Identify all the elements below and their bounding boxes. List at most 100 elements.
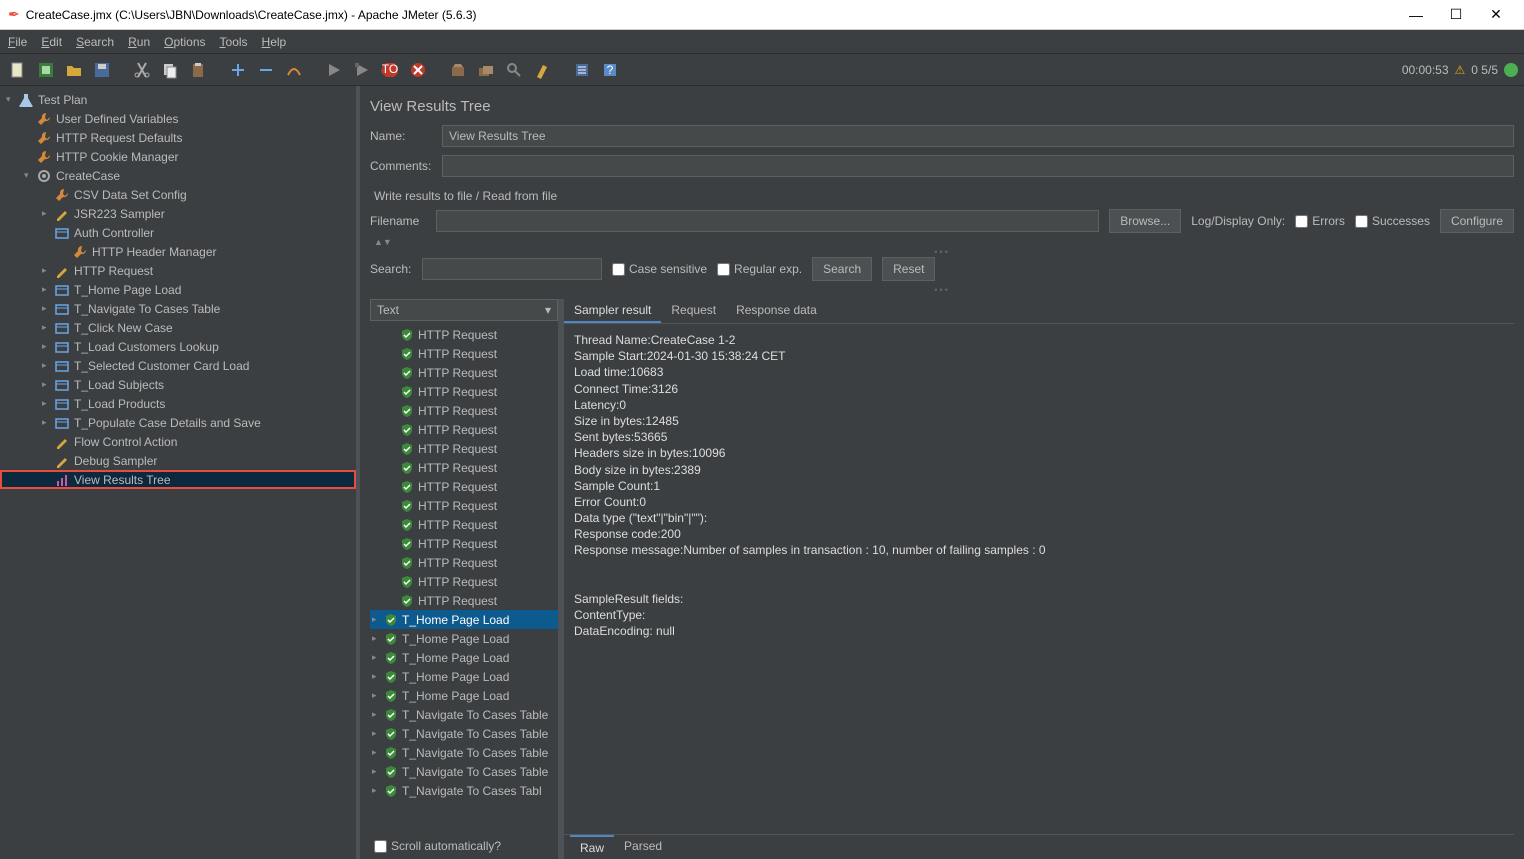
- tree-item[interactable]: ▸T_Home Page Load: [0, 280, 356, 299]
- result-row[interactable]: ▸T_Navigate To Cases Table: [370, 743, 558, 762]
- clear-all-button[interactable]: [474, 58, 498, 82]
- tree-item[interactable]: ▸T_Selected Customer Card Load: [0, 356, 356, 375]
- errors-checkbox[interactable]: Errors: [1295, 214, 1345, 228]
- result-row[interactable]: ▸T_Home Page Load: [370, 667, 558, 686]
- filename-input[interactable]: [436, 210, 1099, 232]
- tree-item[interactable]: ▸JSR223 Sampler: [0, 204, 356, 223]
- expand-arrow-icon[interactable]: ▸: [372, 709, 384, 720]
- regex-checkbox[interactable]: Regular exp.: [717, 262, 802, 276]
- result-row[interactable]: ▸T_Home Page Load: [370, 686, 558, 705]
- splitter-grip-2[interactable]: [370, 285, 1514, 295]
- expand-arrow-icon[interactable]: ▾: [24, 170, 36, 181]
- open-button[interactable]: [62, 58, 86, 82]
- tab-request[interactable]: Request: [661, 299, 726, 323]
- expand-arrow-icon[interactable]: ▸: [42, 341, 54, 352]
- results-list[interactable]: HTTP RequestHTTP RequestHTTP RequestHTTP…: [370, 325, 558, 833]
- search-icon-button[interactable]: [502, 58, 526, 82]
- result-row[interactable]: HTTP Request: [370, 591, 558, 610]
- result-row[interactable]: HTTP Request: [370, 572, 558, 591]
- shutdown-button[interactable]: [406, 58, 430, 82]
- expand-arrow-icon[interactable]: ▸: [372, 747, 384, 758]
- tree-item[interactable]: View Results Tree: [0, 470, 356, 489]
- tree-item[interactable]: ▸T_Click New Case: [0, 318, 356, 337]
- clear-button[interactable]: [446, 58, 470, 82]
- comments-input[interactable]: [442, 155, 1514, 177]
- collapse-arrows[interactable]: ▲▼: [370, 237, 1514, 247]
- configure-button[interactable]: Configure: [1440, 209, 1514, 233]
- result-row[interactable]: HTTP Request: [370, 382, 558, 401]
- expand-arrow-icon[interactable]: ▸: [372, 690, 384, 701]
- menu-tools[interactable]: Tools: [220, 35, 248, 49]
- result-row[interactable]: HTTP Request: [370, 363, 558, 382]
- tree-item[interactable]: HTTP Header Manager: [0, 242, 356, 261]
- menu-help[interactable]: Help: [262, 35, 287, 49]
- result-row[interactable]: ▸T_Navigate To Cases Table: [370, 705, 558, 724]
- menu-edit[interactable]: Edit: [41, 35, 62, 49]
- expand-arrow-icon[interactable]: ▸: [42, 417, 54, 428]
- tree-item[interactable]: ▸T_Navigate To Cases Table: [0, 299, 356, 318]
- save-button[interactable]: [90, 58, 114, 82]
- tree-item[interactable]: ▾Test Plan: [0, 90, 356, 109]
- successes-checkbox[interactable]: Successes: [1355, 214, 1430, 228]
- result-row[interactable]: ▸T_Navigate To Cases Table: [370, 724, 558, 743]
- expand-arrow-icon[interactable]: ▸: [42, 379, 54, 390]
- tab-response-data[interactable]: Response data: [726, 299, 827, 323]
- tree-item[interactable]: ▾CreateCase: [0, 166, 356, 185]
- expand-arrow-icon[interactable]: ▸: [372, 728, 384, 739]
- expand-arrow-icon[interactable]: ▸: [372, 614, 384, 625]
- result-row[interactable]: HTTP Request: [370, 496, 558, 515]
- tree-item[interactable]: ▸T_Load Products: [0, 394, 356, 413]
- expand-arrow-icon[interactable]: ▸: [372, 671, 384, 682]
- menu-search[interactable]: Search: [76, 35, 114, 49]
- tree-item[interactable]: HTTP Cookie Manager: [0, 147, 356, 166]
- browse-button[interactable]: Browse...: [1109, 209, 1181, 233]
- reset-search-button[interactable]: [530, 58, 554, 82]
- function-helper-button[interactable]: [570, 58, 594, 82]
- expand-arrow-icon[interactable]: ▸: [372, 785, 384, 796]
- result-row[interactable]: HTTP Request: [370, 325, 558, 344]
- result-row[interactable]: HTTP Request: [370, 515, 558, 534]
- expand-arrow-icon[interactable]: ▸: [372, 633, 384, 644]
- expand-arrow-icon[interactable]: ▸: [42, 303, 54, 314]
- tree-item[interactable]: ▸T_Load Subjects: [0, 375, 356, 394]
- expand-arrow-icon[interactable]: ▾: [6, 94, 18, 105]
- result-row[interactable]: ▸T_Home Page Load: [370, 610, 558, 629]
- renderer-combo[interactable]: Text ▾: [370, 299, 558, 321]
- result-row[interactable]: HTTP Request: [370, 401, 558, 420]
- expand-arrow-icon[interactable]: ▸: [42, 360, 54, 371]
- tree-item[interactable]: CSV Data Set Config: [0, 185, 356, 204]
- result-row[interactable]: HTTP Request: [370, 458, 558, 477]
- expand-arrow-icon[interactable]: ▸: [372, 766, 384, 777]
- expand-arrow-icon[interactable]: ▸: [42, 322, 54, 333]
- templates-button[interactable]: [34, 58, 58, 82]
- start-button[interactable]: [322, 58, 346, 82]
- splitter-grip[interactable]: [370, 247, 1514, 257]
- close-button[interactable]: ✕: [1476, 6, 1516, 23]
- sampler-result-body[interactable]: Thread Name:CreateCase 1-2Sample Start:2…: [564, 324, 1514, 834]
- collapse-button[interactable]: [254, 58, 278, 82]
- copy-button[interactable]: [158, 58, 182, 82]
- result-row[interactable]: HTTP Request: [370, 534, 558, 553]
- cut-button[interactable]: [130, 58, 154, 82]
- expand-arrow-icon[interactable]: ▸: [42, 284, 54, 295]
- result-row[interactable]: HTTP Request: [370, 439, 558, 458]
- result-row[interactable]: ▸T_Navigate To Cases Table: [370, 762, 558, 781]
- start-no-timers-button[interactable]: [350, 58, 374, 82]
- reset-button[interactable]: Reset: [882, 257, 935, 281]
- minimize-button[interactable]: —: [1396, 7, 1436, 23]
- tree-item[interactable]: ▸T_Populate Case Details and Save: [0, 413, 356, 432]
- tree-item[interactable]: Auth Controller: [0, 223, 356, 242]
- tree-item[interactable]: Debug Sampler: [0, 451, 356, 470]
- result-row[interactable]: ▸T_Home Page Load: [370, 629, 558, 648]
- maximize-button[interactable]: ☐: [1436, 6, 1476, 23]
- tree-item[interactable]: HTTP Request Defaults: [0, 128, 356, 147]
- result-row[interactable]: HTTP Request: [370, 477, 558, 496]
- result-row[interactable]: HTTP Request: [370, 553, 558, 572]
- menu-file[interactable]: File: [8, 35, 27, 49]
- search-button[interactable]: Search: [812, 257, 872, 281]
- toggle-button[interactable]: [282, 58, 306, 82]
- tree-item[interactable]: User Defined Variables: [0, 109, 356, 128]
- new-button[interactable]: [6, 58, 30, 82]
- search-input[interactable]: [422, 258, 602, 280]
- result-row[interactable]: HTTP Request: [370, 344, 558, 363]
